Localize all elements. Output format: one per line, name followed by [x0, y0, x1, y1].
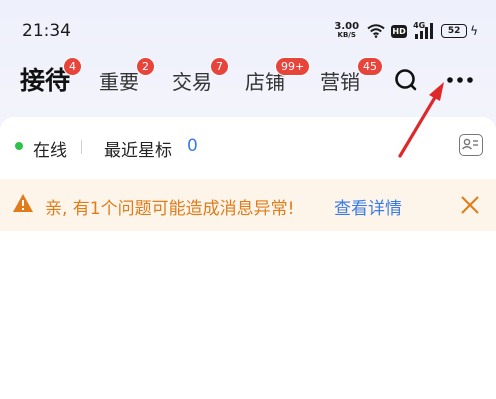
tab-badge: 45 [357, 57, 383, 76]
warning-icon [13, 194, 33, 212]
tab-label: 营销 [320, 70, 360, 94]
net-speed-unit: KB/S [337, 31, 356, 39]
tab-marketing[interactable]: 营销 45 [320, 55, 383, 105]
tab-bar: 接待 4 重要 2 交易 7 店铺 99+ 营销 45 [0, 55, 496, 105]
tab-important[interactable]: 重要 2 [99, 55, 159, 105]
contact-card-icon[interactable] [459, 134, 483, 156]
status-row: 在线 最近星标 0 [0, 117, 496, 175]
tab-label: 交易 [172, 70, 212, 94]
net-speed: 3.00 KB/S [334, 21, 360, 40]
online-dot [15, 142, 23, 150]
status-time: 21:34 [22, 21, 71, 41]
tab-badge: 4 [63, 57, 82, 76]
search-button[interactable] [389, 63, 423, 97]
tab-trade[interactable]: 交易 7 [172, 55, 232, 105]
recent-starred-label[interactable]: 最近星标 [104, 136, 172, 161]
tab-store[interactable]: 店铺 99+ [245, 55, 313, 105]
content-card: 在线 最近星标 0 亲, 有1个问题可能造成消息异常! 查看详情 [0, 117, 496, 399]
view-details-link[interactable]: 查看详情 [334, 194, 402, 219]
tab-label: 重要 [99, 70, 139, 94]
search-icon [395, 69, 417, 91]
more-button[interactable] [443, 63, 477, 97]
online-status[interactable]: 在线 [33, 136, 67, 161]
tab-badge: 99+ [275, 57, 311, 76]
status-icons: 3.00 KB/S HD 4G 52 ϟ [334, 20, 478, 42]
hd-icon: HD [391, 24, 408, 38]
close-icon[interactable] [458, 193, 482, 217]
recent-starred-count[interactable]: 0 [187, 136, 198, 156]
wifi-icon [367, 24, 385, 38]
warning-message: 亲, 有1个问题可能造成消息异常! [45, 199, 295, 219]
signal-label: 4G [413, 21, 426, 30]
charging-icon: ϟ [470, 24, 478, 38]
tab-badge: 7 [210, 57, 229, 76]
more-icon [447, 77, 473, 83]
divider [81, 140, 82, 154]
signal-icon: 4G [413, 21, 435, 39]
net-speed-value: 3.00 [334, 21, 360, 32]
battery-icon: 52 [441, 24, 468, 38]
header: 21:34 3.00 KB/S HD 4G 52 ϟ 接待 4 重要 2 交易 … [0, 0, 496, 130]
tab-reception[interactable]: 接待 4 [20, 55, 90, 105]
tab-badge: 2 [136, 57, 155, 76]
warning-banner: 亲, 有1个问题可能造成消息异常! 查看详情 [0, 179, 496, 231]
